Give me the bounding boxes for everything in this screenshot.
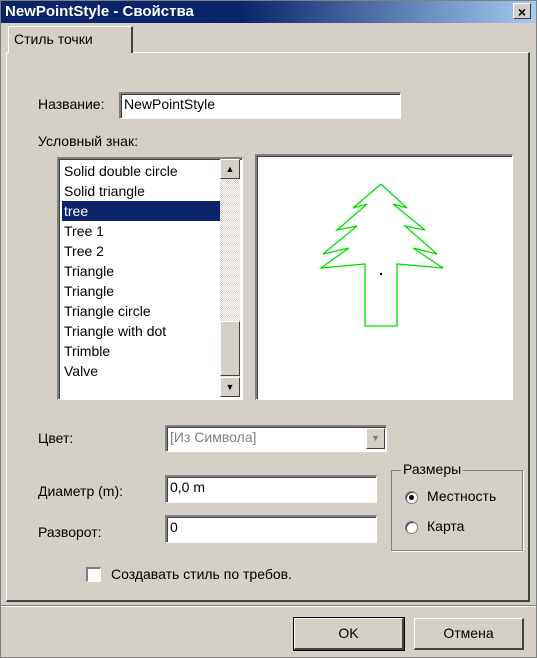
- symbol-list-item[interactable]: tree: [62, 201, 220, 221]
- tab-label: Стиль точки: [14, 31, 93, 47]
- symbol-list-item[interactable]: Triangle: [62, 281, 220, 301]
- diameter-input[interactable]: 0,0 m: [165, 475, 377, 503]
- symbol-list-item[interactable]: Tree 1: [62, 221, 220, 241]
- name-input-value: NewPointStyle: [124, 96, 216, 112]
- window-title: NewPointStyle - Свойства: [5, 3, 194, 20]
- diameter-input-value: 0,0 m: [170, 479, 206, 495]
- name-input[interactable]: NewPointStyle: [119, 92, 401, 119]
- ok-button[interactable]: OK: [293, 617, 405, 651]
- symbol-list-item[interactable]: Triangle circle: [62, 301, 220, 321]
- scroll-up-button[interactable]: ▲: [220, 159, 240, 179]
- symbol-list-item[interactable]: Solid double circle: [62, 161, 220, 181]
- cancel-button-label: Отмена: [443, 625, 494, 641]
- create-on-demand-label: Создавать стиль по требов.: [111, 566, 292, 582]
- footer-divider: [1, 605, 536, 607]
- tree-symbol-icon: [318, 183, 444, 327]
- arrow-up-icon: ▲: [225, 164, 235, 174]
- title-bar[interactable]: NewPointStyle - Свойства ×: [1, 1, 536, 23]
- cancel-button[interactable]: Отмена: [414, 618, 524, 650]
- symbol-list-item[interactable]: Valve: [62, 361, 220, 381]
- scroll-down-button[interactable]: ▼: [220, 377, 240, 397]
- radio-selected-dot: [409, 495, 414, 500]
- symbol-preview: [255, 154, 513, 400]
- radio-map-circle[interactable]: [405, 521, 418, 534]
- color-select[interactable]: [Из Символа] ▼: [165, 425, 387, 452]
- symbol-label: Условный знак:: [38, 133, 138, 149]
- radio-terrain-circle[interactable]: [405, 491, 418, 504]
- name-label: Название:: [38, 96, 105, 112]
- symbol-list-item[interactable]: Trimble: [62, 341, 220, 361]
- arrow-down-icon: ▼: [225, 382, 235, 392]
- rotation-label: Разворот:: [38, 524, 102, 540]
- symbol-list-item[interactable]: Triangle with dot: [62, 321, 220, 341]
- symbol-list-item[interactable]: Solid triangle: [62, 181, 220, 201]
- tab-point-style[interactable]: Стиль точки: [8, 26, 133, 53]
- scroll-thumb[interactable]: [220, 321, 240, 376]
- symbol-listbox[interactable]: Solid double circle Solid triangle tree Tre…: [57, 157, 243, 400]
- radio-terrain-label: Местность: [427, 488, 497, 504]
- color-dropdown-button[interactable]: ▼: [366, 428, 385, 449]
- color-label: Цвет:: [38, 430, 74, 446]
- close-button[interactable]: ×: [513, 3, 531, 20]
- sizes-group-title: Размеры: [401, 461, 464, 477]
- color-select-value: [Из Символа]: [170, 429, 257, 445]
- close-icon: ×: [517, 4, 527, 20]
- symbol-list-item[interactable]: Triangle: [62, 261, 220, 281]
- rotation-input-value: 0: [170, 519, 178, 535]
- rotation-input[interactable]: 0: [165, 515, 377, 543]
- diameter-label: Диаметр (m):: [38, 483, 123, 499]
- properties-dialog: NewPointStyle - Свойства × Стиль точки Н…: [0, 0, 537, 658]
- symbol-list-items: Solid double circle Solid triangle tree Tre…: [62, 161, 220, 381]
- radio-map-label: Карта: [427, 518, 465, 534]
- create-on-demand-checkbox[interactable]: [86, 567, 101, 582]
- chevron-down-icon: ▼: [371, 433, 380, 443]
- ok-button-label: OK: [338, 625, 359, 641]
- symbol-scrollbar[interactable]: ▲ ▼: [220, 159, 240, 397]
- sizes-groupbox: [391, 470, 523, 551]
- symbol-list-item[interactable]: Tree 2: [62, 241, 220, 261]
